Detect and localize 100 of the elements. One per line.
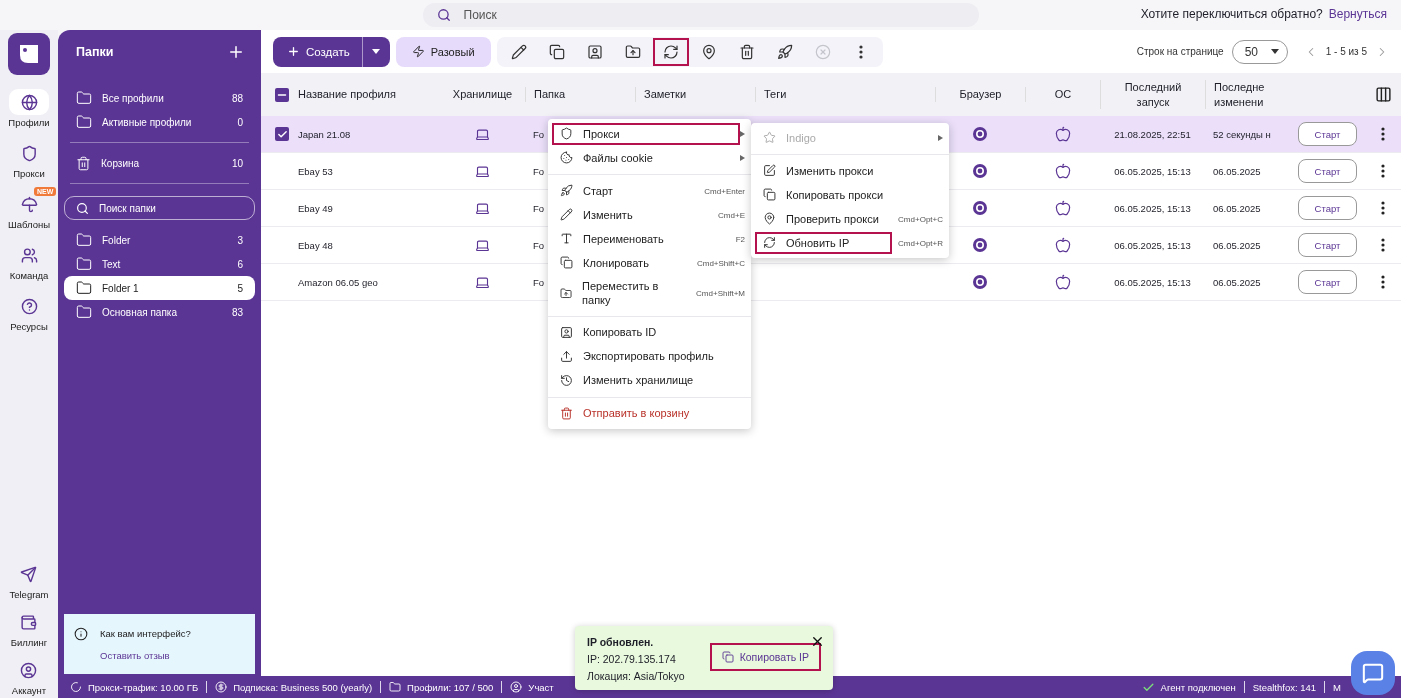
more-icon	[1381, 164, 1385, 178]
table-cell: Fo	[533, 239, 545, 251]
nav-item[interactable]: Telegram	[9, 566, 49, 600]
menu-item[interactable]: Отправить в корзину	[548, 401, 751, 426]
logo[interactable]	[8, 33, 50, 75]
folder-item[interactable]: Основная папка 83	[64, 300, 255, 324]
start-button[interactable]: Старт	[1298, 159, 1357, 183]
feedback-link[interactable]: Оставить отзыв	[100, 650, 245, 662]
browser-icon	[973, 238, 987, 252]
panel-title: Папки	[76, 45, 114, 59]
nav-item[interactable]: Ресурсы	[0, 291, 58, 342]
column-header[interactable]: Последний запуск	[1100, 79, 1205, 110]
folder-item[interactable]: Корзина 10	[64, 151, 255, 175]
nav-item[interactable]: Прокси	[0, 138, 58, 189]
apple-icon	[1054, 200, 1071, 216]
caret-icon	[740, 131, 745, 137]
nav-label: Прокси	[13, 168, 45, 179]
toolbar-button[interactable]	[652, 37, 689, 66]
menu-item[interactable]: Изменить хранилище	[548, 368, 751, 393]
folder-item[interactable]: Активные профили 0	[64, 110, 255, 134]
table-cell: Fo	[533, 276, 545, 288]
column-header[interactable]: Теги	[755, 87, 935, 102]
folder-icon	[76, 90, 92, 106]
folder-icon	[76, 304, 92, 320]
switch-back-link[interactable]: Вернуться	[1328, 7, 1387, 21]
select-all-checkbox[interactable]	[275, 87, 289, 102]
laptop-icon	[475, 274, 490, 290]
user-circle-icon	[510, 681, 523, 693]
row-menu-button[interactable]	[1381, 127, 1385, 141]
status-item: Stealthfox: 141	[1252, 681, 1317, 693]
folder-label: Активные профили	[102, 116, 193, 128]
menu-item[interactable]: Изменить Cmd+E	[548, 203, 751, 227]
nav-item[interactable]: Аккаунт	[11, 662, 47, 696]
nav-item[interactable]: Команда	[0, 240, 58, 291]
nav-label: Профили	[8, 117, 50, 128]
folder-item[interactable]: Folder 1 5	[64, 276, 255, 300]
start-button[interactable]: Старт	[1298, 233, 1357, 257]
copy-ip-button[interactable]: Копировать IP	[709, 643, 821, 671]
folder-count: 88	[231, 92, 243, 104]
rocket-icon	[776, 43, 793, 60]
plus-icon	[287, 45, 300, 58]
laptop-icon	[475, 126, 490, 142]
chat-button[interactable]	[1351, 651, 1395, 695]
table-cell: Fo	[533, 202, 545, 214]
column-header[interactable]: Папка	[525, 87, 635, 102]
column-header[interactable]: Название профиля	[290, 87, 440, 102]
row-menu-button[interactable]	[1381, 201, 1385, 215]
send-icon	[20, 566, 38, 583]
row-menu-button[interactable]	[1381, 238, 1385, 252]
text-icon	[560, 232, 573, 246]
menu-item[interactable]: Копировать ID	[548, 320, 751, 345]
folder-search-field[interactable]: Поиск папки	[64, 196, 255, 220]
folder-count: 5	[237, 282, 243, 294]
start-button[interactable]: Старт	[1298, 122, 1357, 146]
one-time-button[interactable]: Разовый	[395, 36, 491, 67]
nav-item[interactable]: Биллинг	[10, 614, 48, 648]
row-menu-button[interactable]	[1381, 164, 1385, 178]
table-cell-text: 06.05.2025	[1212, 202, 1262, 214]
menu-item[interactable]: Переименовать F2	[548, 227, 751, 251]
more-icon	[1381, 201, 1385, 215]
wallet-icon	[20, 614, 38, 631]
page-range: 1 - 5 из 5	[1325, 46, 1367, 57]
menu-item[interactable]: Изменить прокси	[751, 159, 949, 183]
column-header[interactable]: ОС	[1025, 87, 1100, 102]
laptop-icon	[475, 237, 490, 253]
row-checkbox[interactable]	[275, 127, 289, 141]
close-button[interactable]	[810, 634, 825, 649]
start-button[interactable]: Старт	[1298, 270, 1357, 294]
column-header[interactable]: Браузер	[935, 87, 1025, 102]
map-pin-icon	[763, 212, 776, 226]
shield-icon	[20, 144, 38, 162]
table-cell-text: Ebay 48	[297, 239, 334, 251]
shortcut-text: F2	[735, 234, 745, 244]
column-header[interactable]: Хранилище	[440, 87, 525, 102]
table-cell-text: 06.05.2025, 15:13	[1113, 165, 1192, 177]
row-menu-button[interactable]	[1381, 275, 1385, 289]
browser-icon	[973, 201, 987, 215]
people-icon	[20, 246, 38, 264]
circle-x-icon	[814, 43, 831, 60]
shortcut-text: Cmd+E	[718, 210, 745, 220]
status-item: Прокси-трафик: 10.00 ГБ	[70, 681, 199, 693]
add-icon	[227, 43, 245, 61]
nav-label: Команда	[9, 270, 49, 281]
start-button[interactable]: Старт	[1298, 196, 1357, 220]
column-header[interactable]: Последне изменени	[1205, 79, 1290, 110]
menu-item[interactable]: Экспортировать профиль	[548, 344, 751, 369]
copy-icon	[721, 651, 734, 663]
user-circle-icon	[20, 662, 38, 679]
nav-item[interactable]: Профили	[0, 87, 58, 138]
cookie-icon	[560, 151, 573, 165]
folder-item[interactable]: Все профили 88	[64, 86, 255, 110]
folder-count: 3	[237, 234, 243, 246]
column-header[interactable]: Заметки	[635, 87, 755, 102]
folder-item[interactable]: Folder 3	[64, 228, 255, 252]
search-field[interactable]: Поиск	[422, 3, 979, 27]
more-icon	[1381, 275, 1385, 289]
caret-icon	[1270, 49, 1279, 54]
caret-icon	[740, 155, 745, 161]
folder-item[interactable]: Text 6	[64, 252, 255, 276]
copy-icon	[763, 188, 776, 202]
